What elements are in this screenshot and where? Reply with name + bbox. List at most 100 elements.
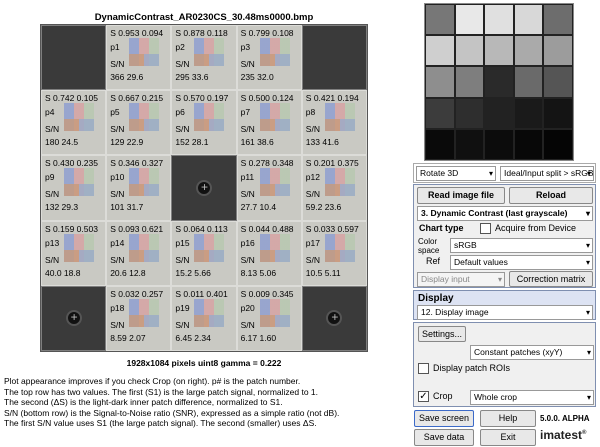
sn-label: S/N xyxy=(175,124,190,135)
sn-values: 161 38.6 xyxy=(240,137,274,148)
thumbnail-patch xyxy=(484,97,514,129)
save-screen-button[interactable]: Save screen xyxy=(414,410,474,427)
patch-cell: S 0.570 0.197 p6 S/N 152 28.1 xyxy=(171,90,237,156)
sn-values: 8.13 5.06 xyxy=(240,267,277,278)
sn-label: S/N xyxy=(110,254,125,265)
sn-values: 133 41.6 xyxy=(305,137,339,148)
rotate-select[interactable]: Rotate 3D ▾ xyxy=(416,166,496,181)
image-thumbnail[interactable] xyxy=(424,3,574,161)
patch-id: p4 xyxy=(45,107,55,118)
correction-matrix-button[interactable]: Correction matrix xyxy=(509,271,593,287)
patch-cell: S 0.799 0.108 p3 S/N 235 32.0 xyxy=(236,25,302,91)
sn-label: S/N xyxy=(45,189,60,200)
inner-patch xyxy=(259,314,290,327)
display-select[interactable]: 12. Display image ▾ xyxy=(417,305,593,320)
sn-label: S/N xyxy=(45,254,60,265)
thumbnail-patch xyxy=(513,66,544,98)
split-select[interactable]: Ideal/Input split > sRGB ▾ xyxy=(500,166,594,181)
patch-id: p18 xyxy=(110,302,125,313)
crop-select[interactable]: Whole crop ▾ xyxy=(470,390,594,405)
inner-patch xyxy=(64,119,94,132)
thumbnail-patch xyxy=(484,128,514,160)
color-space-select[interactable]: sRGB ▾ xyxy=(450,238,593,253)
sn-values: 235 32.0 xyxy=(240,72,274,82)
thumbnail-patch xyxy=(425,128,455,160)
sn-values: 129 22.9 xyxy=(110,137,144,148)
chevron-down-icon: ▾ xyxy=(586,169,591,178)
acquire-checkbox[interactable] xyxy=(480,223,491,234)
dark-corner-cell xyxy=(41,25,107,91)
thumbnail-patch xyxy=(484,4,514,36)
crop-label: Crop xyxy=(433,391,453,401)
sn-values: 40.0 18.8 xyxy=(45,267,81,278)
inner-patch xyxy=(64,249,94,262)
patch-signal-values: S 0.570 0.197 xyxy=(175,93,229,104)
patch-id: p12 xyxy=(305,172,320,183)
patch-cell: S 0.044 0.488 p16 S/N 8.13 5.06 xyxy=(236,220,302,286)
patch-id: p6 xyxy=(175,107,185,118)
patch-signal-values: S 0.093 0.621 xyxy=(110,223,164,234)
inner-patch xyxy=(324,249,355,262)
patch-signal-values: S 0.044 0.488 xyxy=(240,223,294,234)
sn-values: 366 29.6 xyxy=(110,72,144,82)
patch-cell: S 0.346 0.327 p10 S/N 101 31.7 xyxy=(106,155,172,221)
patch-signal-values: S 0.878 0.118 xyxy=(175,28,228,38)
sn-label: S/N xyxy=(45,124,60,135)
patch-cell: S 0.421 0.194 p8 S/N 133 41.6 xyxy=(301,90,367,156)
thumbnail-patch xyxy=(543,97,573,129)
sn-values: 15.2 5.66 xyxy=(175,267,211,278)
reload-button[interactable]: Reload xyxy=(509,187,593,204)
test-select-label: 3. Dynamic Contrast (last grayscale) xyxy=(421,208,568,218)
thumbnail-patch xyxy=(454,66,485,98)
sn-values: 295 33.6 xyxy=(175,72,209,82)
patch-signal-values: S 0.159 0.503 xyxy=(45,223,98,234)
patch-cell: S 0.878 0.118 p2 S/N 295 33.6 xyxy=(171,25,237,91)
patch-id: p10 xyxy=(110,172,125,183)
chart-type-label: Chart type xyxy=(419,223,464,233)
patch-cell: S 0.093 0.621 p14 S/N 20.6 12.8 xyxy=(106,220,172,286)
display-input-select[interactable]: Display input ▾ xyxy=(417,272,505,287)
patch-signal-values: S 0.799 0.108 xyxy=(240,28,294,38)
dynamic-contrast-chart: S 0.953 0.094 p1 S/N 366 29.6 S 0.878 0.118 p… xyxy=(40,24,368,352)
inner-patch xyxy=(194,249,225,262)
sn-values: 59.2 23.6 xyxy=(305,202,342,213)
chart-title: DynamicContrast_AR0230CS_30.48ms0000.bmp xyxy=(94,12,314,23)
inner-patch xyxy=(194,54,225,66)
display-rois-checkbox[interactable] xyxy=(418,363,429,374)
patch-signal-values: S 0.742 0.105 xyxy=(45,93,98,104)
sn-values: 6.45 2.34 xyxy=(175,332,211,343)
sn-label: S/N xyxy=(240,254,255,265)
note-line: The top row has two values. The first (S… xyxy=(4,386,319,397)
thumbnail-patch xyxy=(513,4,544,36)
patch-cell: S 0.009 0.345 p20 S/N 6.17 1.60 xyxy=(236,285,302,351)
acquire-label: Acquire from Device xyxy=(495,223,577,233)
sn-values: 101 31.7 xyxy=(110,202,144,213)
patch-id: p1 xyxy=(110,42,120,52)
sn-values: 6.17 1.60 xyxy=(240,332,277,343)
color-space-label: Color space xyxy=(418,237,440,255)
help-button[interactable]: Help xyxy=(480,410,536,427)
patch-signal-values: S 0.346 0.327 xyxy=(110,158,164,169)
inner-patch xyxy=(259,54,290,66)
patch-id: p17 xyxy=(305,237,320,248)
read-image-file-button[interactable]: Read image file xyxy=(417,187,505,204)
ref-select[interactable]: Default values ▾ xyxy=(450,255,593,270)
settings-button[interactable]: Settings... xyxy=(418,326,466,342)
patch-cell: S 0.011 0.401 p19 S/N 6.45 2.34 xyxy=(171,285,237,351)
crop-checkbox[interactable]: ✓ xyxy=(418,391,429,402)
exit-button[interactable]: Exit xyxy=(480,429,536,446)
chevron-down-icon: ▾ xyxy=(585,209,590,218)
inner-patch xyxy=(324,119,355,132)
patch-cell: S 0.033 0.597 p17 S/N 10.5 5.11 xyxy=(301,220,367,286)
test-select[interactable]: 3. Dynamic Contrast (last grayscale) ▾ xyxy=(417,206,593,221)
brand-text: imatest xyxy=(540,428,583,442)
patch-signal-values: S 0.011 0.401 xyxy=(175,288,228,299)
save-data-button[interactable]: Save data xyxy=(414,429,474,446)
inner-patch xyxy=(324,184,355,197)
constant-patches-select[interactable]: Constant patches (xyY) ▾ xyxy=(470,345,594,360)
thumbnail-patch xyxy=(543,66,573,98)
thumbnail-patch xyxy=(454,97,485,129)
sn-label: S/N xyxy=(110,124,125,135)
patch-id: p13 xyxy=(45,237,60,248)
patch-signal-values: S 0.009 0.345 xyxy=(240,288,294,299)
